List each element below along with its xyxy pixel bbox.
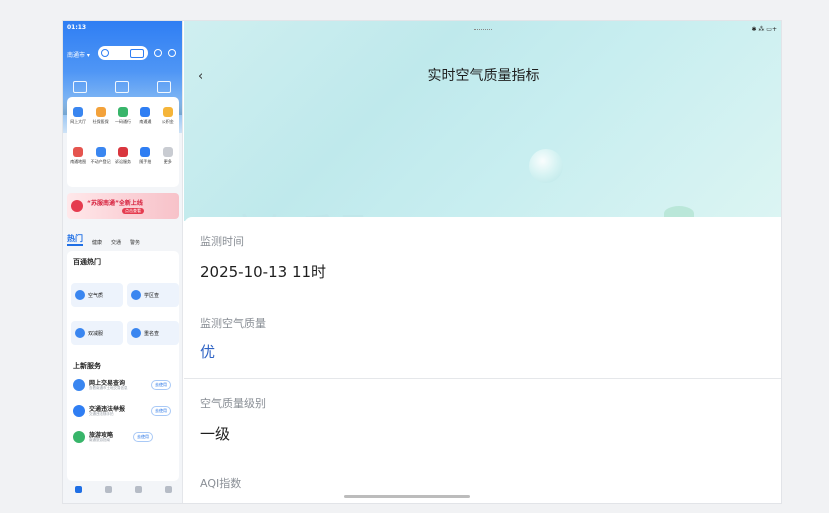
hot-tile-school-district[interactable]: 学区查 — [127, 283, 179, 307]
use-button[interactable]: 去使用 — [151, 406, 171, 416]
service-item[interactable]: 南通地图 — [68, 147, 88, 164]
tab-traffic[interactable]: 交通 — [111, 239, 121, 246]
report-icon — [73, 405, 85, 417]
city-selector[interactable]: 南通市 ▾ — [67, 50, 90, 59]
scan-code-icon[interactable] — [73, 81, 87, 93]
hot-tile-double-reduction[interactable]: 双减服 — [71, 321, 123, 345]
service-item[interactable]: 公积金 — [158, 107, 178, 124]
search-input[interactable] — [98, 46, 148, 60]
user-icon — [164, 486, 172, 493]
search-icon — [101, 49, 109, 57]
tablet-screen: 01:13 南通市 ▾ 网上大厅 社保医保 一码通行 南通通 公积金 南通地图 — [62, 20, 782, 504]
bell-icon[interactable] — [168, 49, 176, 57]
travel-icon — [73, 431, 85, 443]
message-icon[interactable] — [154, 49, 162, 57]
more-grid-icon — [162, 147, 173, 157]
list-item[interactable]: 网上交易查询 查看南通市土地交易信息 去使用 — [73, 377, 179, 395]
divider — [184, 378, 781, 379]
status-icons: ✱ ⁂ ▭+ — [751, 26, 777, 33]
service-row-2: 南通地图 不动产登记 诉讼服务 随手拍 更多 — [67, 147, 179, 164]
page-title: 实时空气质量指标 — [427, 68, 540, 84]
list-item[interactable]: 交通违法举报 交通违法随手拍 去使用 — [73, 403, 179, 421]
service-item[interactable]: 更多 — [158, 147, 178, 164]
nantong-icon — [140, 107, 151, 117]
status-time: 01:13 — [67, 24, 87, 31]
hot-title: 百通热门 — [73, 258, 101, 266]
tab-health[interactable]: 健康 — [92, 239, 102, 246]
qr-code-icon[interactable] — [157, 81, 171, 93]
field-value-air-quality: 优 — [200, 343, 216, 361]
nav-home[interactable]: 首页 — [67, 483, 89, 503]
scale-icon — [117, 147, 128, 157]
decorative-orb — [529, 149, 563, 183]
home-indicator[interactable] — [344, 495, 470, 498]
property-icon — [95, 147, 106, 157]
cloud-icon — [75, 290, 85, 300]
field-label-aqi: AQI指数 — [200, 477, 242, 490]
list-item[interactable]: 旅游攻略 南通旅游指南 去使用 — [73, 429, 179, 447]
scan-icon[interactable] — [130, 49, 144, 58]
field-label-monitor-time: 监测时间 — [200, 235, 244, 248]
services-icon — [104, 486, 112, 493]
tab-police[interactable]: 警务 — [130, 239, 140, 246]
use-button[interactable]: 去使用 — [133, 432, 153, 442]
pass-code-icon — [117, 107, 128, 117]
search-person-icon — [131, 328, 141, 338]
service-item[interactable]: 社保医保 — [91, 107, 111, 124]
air-quality-details: 监测时间 2025-10-13 11时 监测空气质量 优 空气质量级别 一级 A… — [184, 217, 781, 503]
heart-icon — [134, 486, 142, 493]
field-label-quality-level: 空气质量级别 — [200, 397, 266, 410]
field-value-monitor-time: 2025-10-13 11时 — [200, 263, 327, 281]
school-icon — [131, 290, 141, 300]
camera-icon — [140, 147, 151, 157]
banner-title: “苏服南通”全新上线 — [87, 200, 143, 207]
use-button[interactable]: 去使用 — [151, 380, 171, 390]
left-pane-app-home: 01:13 南通市 ▾ 网上大厅 社保医保 一码通行 南通通 公积金 南通地图 — [63, 21, 183, 503]
category-tabs: 热门 健康 交通 警务 — [67, 233, 181, 246]
hall-icon — [73, 107, 84, 117]
nav-services[interactable]: 服务 — [97, 483, 119, 503]
service-row-1: 网上大厅 社保医保 一码通行 南通通 公积金 — [67, 107, 179, 124]
map-icon — [73, 147, 84, 157]
card-icon[interactable] — [115, 81, 129, 93]
home-icon — [74, 486, 82, 493]
promo-banner[interactable]: “苏服南通”全新上线 点击查看 — [67, 193, 179, 219]
bottom-nav: 首页 服务 生活 我的 — [63, 483, 182, 503]
nav-life[interactable]: 生活 — [127, 483, 149, 503]
hot-tile-name-check[interactable]: 重名查 — [127, 321, 179, 345]
trade-icon — [73, 379, 85, 391]
banner-logo-icon — [71, 200, 83, 212]
hot-tile-air-quality[interactable]: 空气质 — [71, 283, 123, 307]
service-item[interactable]: 南通通 — [135, 107, 155, 124]
insurance-icon — [95, 107, 106, 117]
right-pane-air-quality: ✱ ⁂ ▭+ ‹ 实时空气质量指标 空气质量 监测时间 2025-10-13 1… — [184, 21, 781, 503]
service-item[interactable]: 不动产登记 — [91, 147, 111, 164]
nav-profile[interactable]: 我的 — [157, 483, 179, 503]
tab-hot[interactable]: 热门 — [67, 233, 83, 246]
air-quality-hero: ✱ ⁂ ▭+ ‹ 实时空气质量指标 空气质量 — [184, 21, 781, 248]
service-item[interactable]: 随手拍 — [135, 147, 155, 164]
field-value-quality-level: 一级 — [200, 425, 231, 443]
service-item[interactable]: 网上大厅 — [68, 107, 88, 124]
new-services-title: 上新服务 — [73, 362, 101, 370]
field-label-air-quality: 监测空气质量 — [200, 317, 266, 330]
fund-icon — [162, 107, 173, 117]
banner-subtitle: 点击查看 — [122, 208, 144, 214]
hot-services-card: 百通热门 空气质 学区查 双减服 重名查 上新服务 网上交易查询 查看南通市土地… — [67, 251, 179, 481]
service-item[interactable]: 一码通行 — [113, 107, 133, 124]
book-icon — [75, 328, 85, 338]
window-handle[interactable] — [474, 29, 492, 32]
service-item[interactable]: 诉讼服务 — [113, 147, 133, 164]
service-grid-card: 网上大厅 社保医保 一码通行 南通通 公积金 南通地图 不动产登记 诉讼服务 随… — [67, 97, 179, 187]
